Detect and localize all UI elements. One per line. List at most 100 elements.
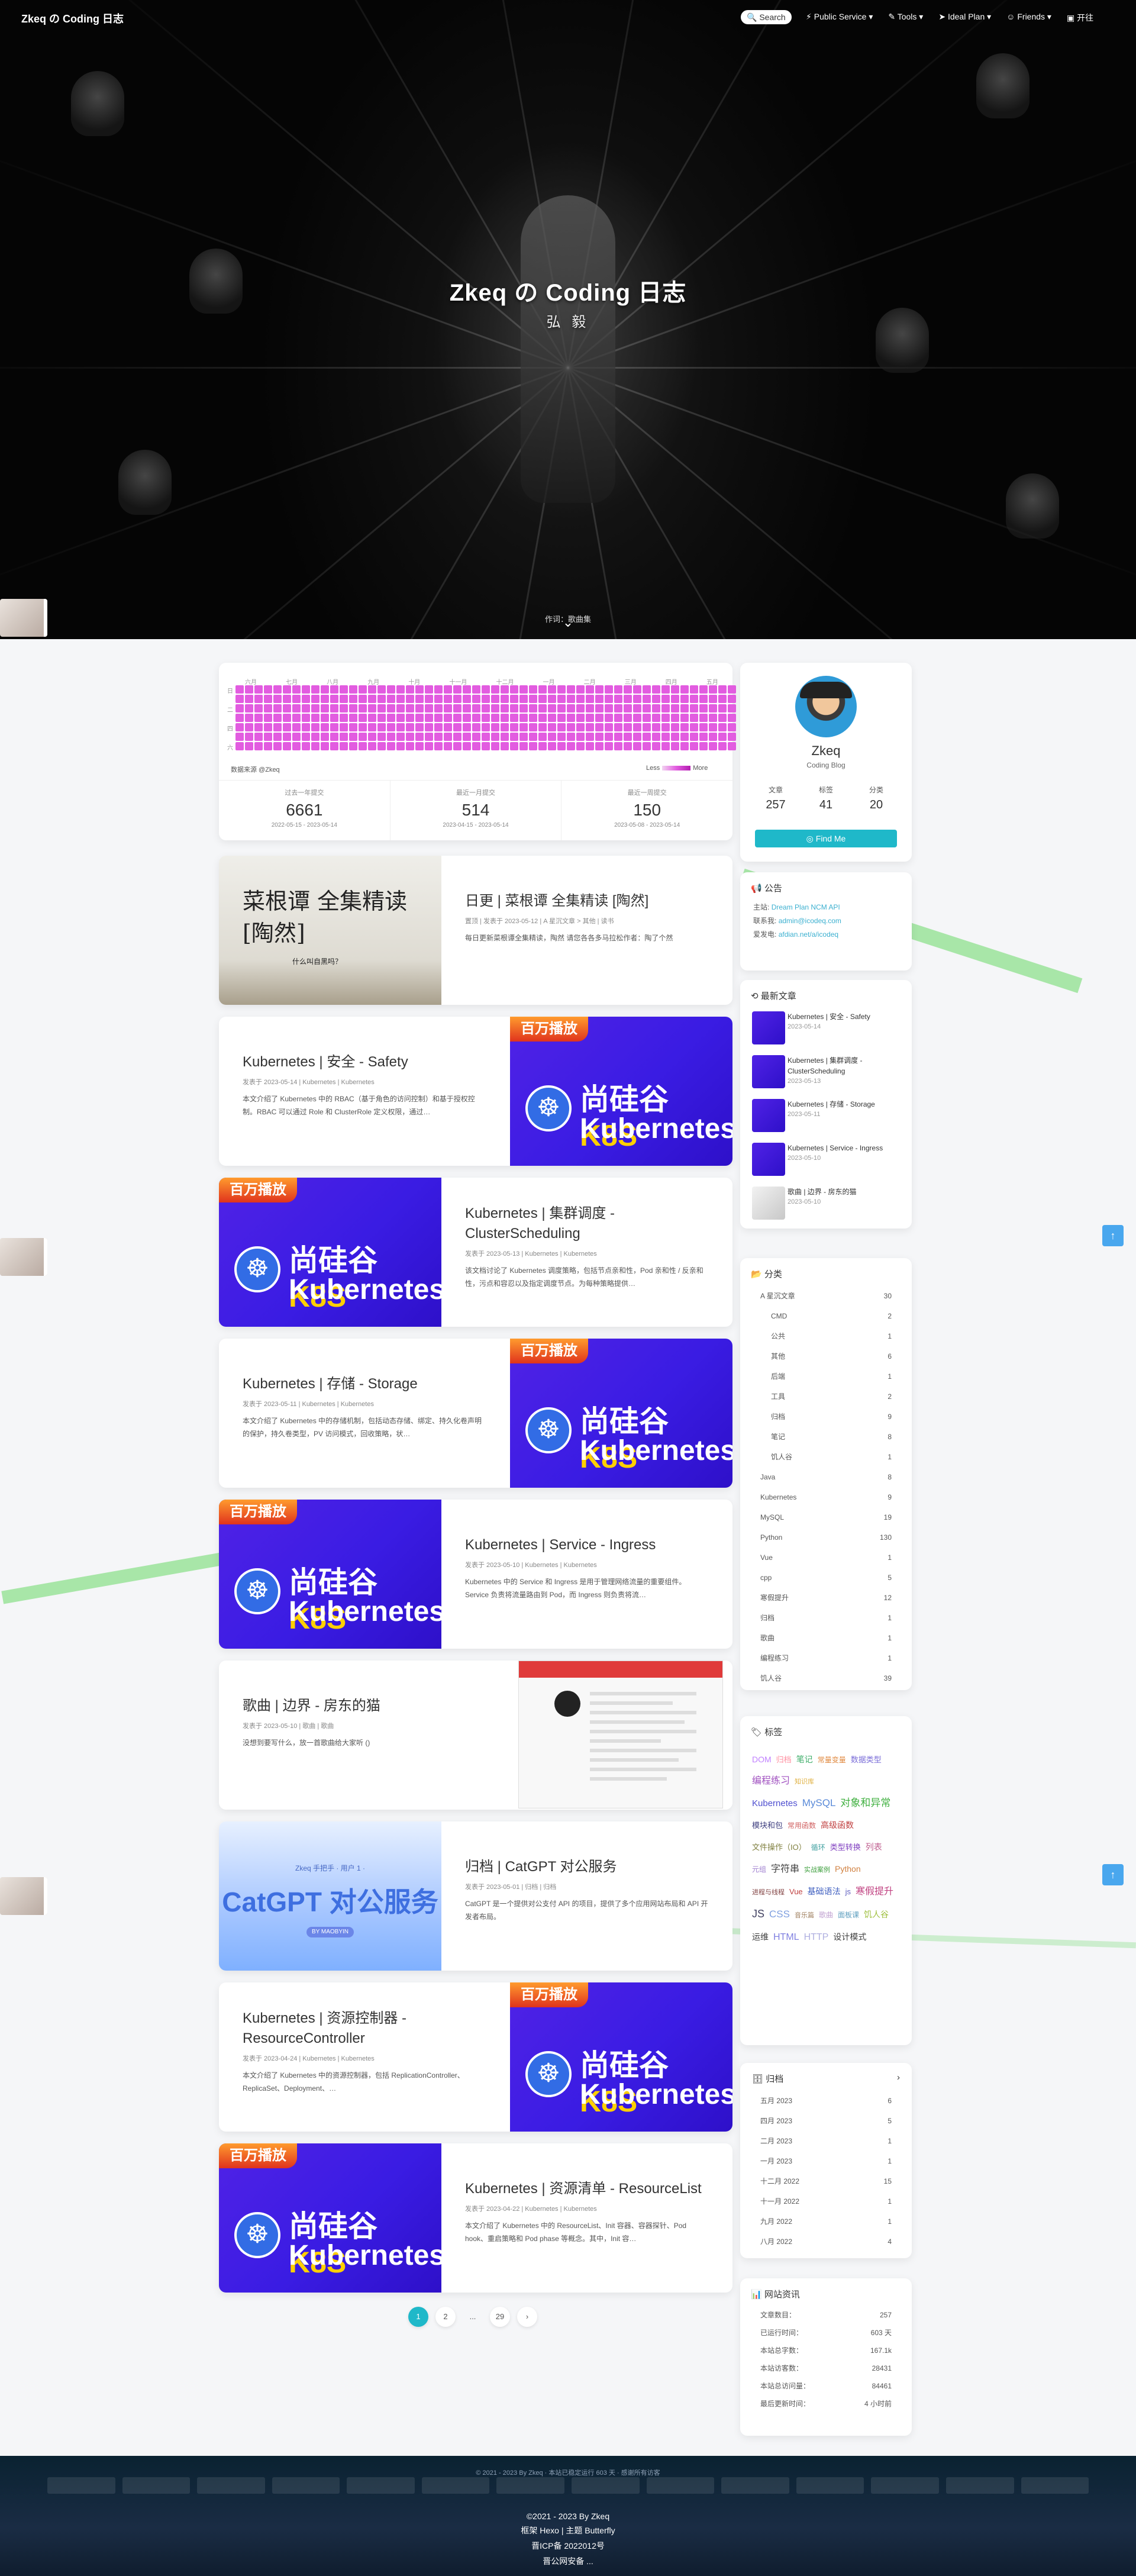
tag-link[interactable]: 文件操作（IO）: [752, 1843, 806, 1852]
tag-link[interactable]: 实战案例: [804, 1866, 830, 1874]
archive-item[interactable]: 八月 2022 4: [740, 2232, 912, 2252]
archive-item[interactable]: 五月 2023 6: [740, 2091, 912, 2111]
post-card[interactable]: Kubernetes | 存储 - Storage 发表于 2023-05-11 …: [219, 1339, 732, 1488]
category-item[interactable]: Python 130: [740, 1527, 912, 1547]
post-card[interactable]: Kubernetes | 资源控制器 - ResourceController 发…: [219, 1982, 732, 2132]
nav-item-public-service[interactable]: ⚡ Public Service ▾: [806, 12, 873, 24]
post-card[interactable]: 菜根谭 全集精读 [陶然] 什么叫自黑吗？ 日更 | 菜根谭 全集精读 [陶然]…: [219, 856, 732, 1005]
find-me-button[interactable]: ◎ Find Me: [755, 830, 897, 847]
recent-post-item[interactable]: 歌曲 | 边界 - 房东的猫 2023-05-10: [740, 1183, 912, 1227]
post-card[interactable]: Kubernetes | 安全 - Safety 发表于 2023-05-14 |…: [219, 1017, 732, 1166]
announce-link[interactable]: afdian.net/a/icodeq: [779, 930, 838, 939]
post-title[interactable]: Kubernetes | 安全 - Safety: [243, 1052, 486, 1072]
back-to-top-icon[interactable]: ↑: [1102, 1864, 1124, 1885]
nav-item-tools[interactable]: ✎ Tools ▾: [888, 12, 923, 24]
category-item[interactable]: Kubernetes 9: [740, 1487, 912, 1507]
category-item[interactable]: 饥人谷 39: [740, 1668, 912, 1688]
post-cover[interactable]: 百万播放 ☸ 尚硅谷 K8S Kubernetes: [219, 1178, 441, 1327]
tag-link[interactable]: MySQL: [802, 1797, 836, 1808]
chevron-right-icon[interactable]: ›: [897, 2072, 900, 2085]
tag-link[interactable]: 字符串: [771, 1864, 799, 1874]
announce-link[interactable]: Dream Plan NCM API: [772, 903, 840, 911]
post-title[interactable]: Kubernetes | 存储 - Storage: [243, 1374, 486, 1394]
post-title[interactable]: Kubernetes | 资源控制器 - ResourceController: [243, 2008, 486, 2049]
archive-item[interactable]: 一月 2023 1: [740, 2151, 912, 2171]
tag-link[interactable]: 循环: [811, 1843, 825, 1852]
tag-link[interactable]: 常量变量: [818, 1756, 846, 1764]
tag-link[interactable]: 面板课: [838, 1911, 859, 1919]
post-cover[interactable]: 百万播放 ☸ 尚硅谷 K8S Kubernetes: [219, 2143, 441, 2293]
category-item[interactable]: cpp 5: [740, 1568, 912, 1588]
post-title[interactable]: Kubernetes | 集群调度 - ClusterScheduling: [465, 1204, 709, 1244]
tag-link[interactable]: 基础语法: [808, 1887, 841, 1896]
post-title[interactable]: Kubernetes | Service - Ingress: [465, 1535, 709, 1555]
nav-item-ideal-plan[interactable]: ➤ Ideal Plan ▾: [938, 12, 991, 24]
post-cover[interactable]: [510, 1661, 732, 1810]
archive-item[interactable]: 十一月 2022 1: [740, 2191, 912, 2211]
post-card[interactable]: 百万播放 ☸ 尚硅谷 K8S Kubernetes Kubernetes | Serv…: [219, 1500, 732, 1649]
stat-categories[interactable]: 分类 20: [853, 785, 900, 812]
tag-link[interactable]: HTTP: [804, 1932, 829, 1942]
page-last-button[interactable]: 29: [490, 2307, 510, 2327]
recent-post-item[interactable]: Kubernetes | Service - Ingress 2023-05-10: [740, 1139, 912, 1183]
page-2-button[interactable]: 2: [435, 2307, 456, 2327]
tag-link[interactable]: 设计模式: [833, 1932, 866, 1942]
archive-item[interactable]: 十二月 2022 15: [740, 2171, 912, 2191]
category-item[interactable]: 歌曲 1: [740, 1628, 912, 1648]
recent-post-item[interactable]: Kubernetes | 存储 - Storage 2023-05-11: [740, 1095, 912, 1139]
post-title[interactable]: 日更 | 菜根谭 全集精读 [陶然]: [465, 891, 709, 911]
category-item[interactable]: 工具 2: [740, 1387, 912, 1407]
tag-link[interactable]: 进程与线程: [752, 1889, 785, 1896]
announce-link[interactable]: admin@icodeq.com: [779, 917, 841, 925]
floating-avatar[interactable]: [0, 1238, 47, 1276]
tag-link[interactable]: 歌曲: [819, 1911, 833, 1919]
category-item[interactable]: CMD 2: [740, 1306, 912, 1326]
post-card[interactable]: Zkeq 手把手 · 用户 1 · CatGPT 对公服务 BY MAOBYIN…: [219, 1821, 732, 1971]
recent-post-item[interactable]: Kubernetes | 安全 - Safety 2023-05-14: [740, 1008, 912, 1052]
post-title[interactable]: 归档 | CatGPT 对公服务: [465, 1857, 709, 1877]
tag-link[interactable]: 元组: [752, 1865, 766, 1874]
category-item[interactable]: 公共 1: [740, 1326, 912, 1346]
recent-post-item[interactable]: Kubernetes | 集群调度 - ClusterScheduling 202…: [740, 1052, 912, 1095]
footer-icp[interactable]: 晋ICP备 2022012号: [0, 2540, 1136, 2552]
page-1-button[interactable]: 1: [408, 2307, 428, 2327]
stat-articles[interactable]: 文章 257: [752, 785, 799, 812]
nav-item-travel[interactable]: ▣ 开往: [1067, 12, 1093, 24]
tag-link[interactable]: CSS: [769, 1908, 790, 1920]
scroll-down-icon[interactable]: ⌄: [561, 615, 575, 630]
tag-link[interactable]: Python: [835, 1864, 861, 1874]
category-item[interactable]: MySQL 19: [740, 1507, 912, 1527]
archive-item[interactable]: 四月 2023 5: [740, 2111, 912, 2131]
tag-link[interactable]: JS: [752, 1908, 764, 1920]
category-item[interactable]: 归档 9: [740, 1407, 912, 1427]
floating-avatar[interactable]: [0, 1877, 47, 1915]
post-title[interactable]: Kubernetes | 资源清单 - ResourceList: [465, 2179, 709, 2199]
footer-theme[interactable]: 框架 Hexo | 主题 Butterfly: [0, 2525, 1136, 2536]
post-title[interactable]: 歌曲 | 边界 - 房东的猫: [243, 1696, 486, 1716]
category-item[interactable]: 编程练习 1: [740, 1648, 912, 1668]
category-item[interactable]: Java 8: [740, 1467, 912, 1487]
tag-link[interactable]: DOM: [752, 1755, 772, 1764]
tag-link[interactable]: 饥人谷: [864, 1910, 889, 1919]
footer-police[interactable]: 晋公网安备 ...: [0, 2555, 1136, 2567]
category-item[interactable]: 饥人谷 1: [740, 1447, 912, 1467]
tag-link[interactable]: 寒假提升: [856, 1887, 893, 1897]
floating-avatar[interactable]: [0, 599, 47, 637]
tag-link[interactable]: 列表: [866, 1842, 882, 1852]
tag-link[interactable]: js: [845, 1887, 851, 1896]
tag-link[interactable]: 数据类型: [851, 1755, 882, 1764]
tag-link[interactable]: 模块和包: [752, 1821, 783, 1830]
tag-link[interactable]: 编程练习: [752, 1776, 790, 1786]
search-button[interactable]: 🔍 Search: [741, 10, 792, 24]
post-card[interactable]: 百万播放 ☸ 尚硅谷 K8S Kubernetes Kubernetes | 资源清单…: [219, 2143, 732, 2293]
site-name[interactable]: Zkeq の Coding 日志: [21, 11, 124, 26]
post-cover[interactable]: 菜根谭 全集精读 [陶然] 什么叫自黑吗？: [219, 856, 441, 1005]
category-item[interactable]: 其他 6: [740, 1346, 912, 1366]
tag-link[interactable]: 知识库: [795, 1778, 814, 1785]
archive-item[interactable]: 九月 2022 1: [740, 2211, 912, 2232]
category-item[interactable]: 笔记 8: [740, 1427, 912, 1447]
post-card[interactable]: 歌曲 | 边界 - 房东的猫 发表于 2023-05-10 | 歌曲 | 歌曲 没想…: [219, 1661, 732, 1810]
post-cover[interactable]: 百万播放 ☸ 尚硅谷 K8S Kubernetes: [510, 1982, 732, 2132]
category-item[interactable]: 寒假提升 12: [740, 1588, 912, 1608]
post-cover[interactable]: 百万播放 ☸ 尚硅谷 K8S Kubernetes: [510, 1017, 732, 1166]
